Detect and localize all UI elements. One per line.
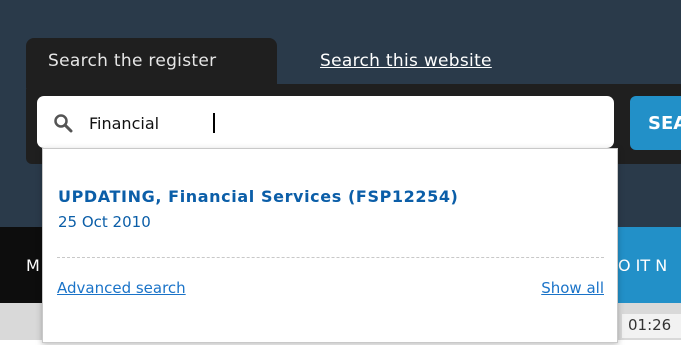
autocomplete-dropdown: UPDATING, Financial Services (FSP12254) … [42, 148, 618, 343]
tab-search-register[interactable]: Search the register [26, 38, 277, 88]
search-box[interactable] [37, 96, 614, 148]
nav-item-right[interactable]: O IT N [618, 256, 681, 286]
tab-search-website[interactable]: Search this website [320, 51, 492, 71]
text-caret [213, 113, 215, 133]
divider [57, 257, 604, 258]
search-input[interactable] [89, 110, 589, 136]
nav-item-left[interactable]: M [26, 256, 40, 275]
search-button[interactable]: SEARCH [630, 96, 681, 150]
result-title[interactable]: UPDATING, Financial Services (FSP12254) [58, 187, 458, 206]
show-all-link[interactable]: Show all [541, 279, 604, 297]
time-display: 01:26 [622, 314, 681, 338]
search-icon [54, 114, 73, 133]
advanced-search-link[interactable]: Advanced search [57, 279, 186, 297]
result-date: 25 Oct 2010 [58, 213, 151, 231]
